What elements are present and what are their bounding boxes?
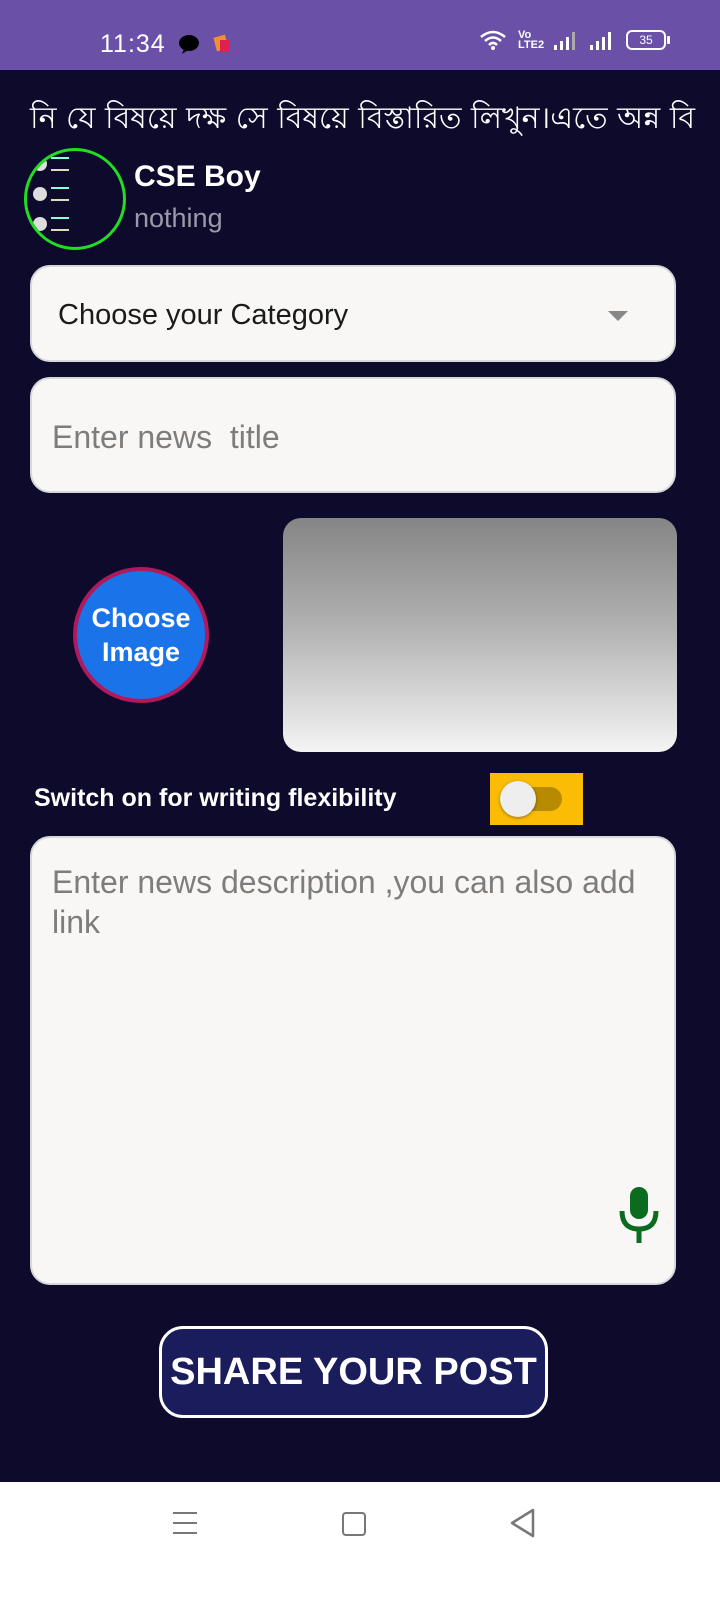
news-title-field[interactable] [30, 377, 676, 493]
marquee-banner: নি যে বিষয়ে দক্ষ সে বিষয়ে বিস্তারিত লি… [0, 88, 720, 138]
user-name: CSE Boy [134, 160, 261, 193]
wifi-icon [480, 30, 506, 50]
system-navigation-bar [0, 1482, 720, 1600]
signal-icon [554, 32, 575, 50]
dropdown-arrow-icon [608, 311, 628, 321]
battery-icon: 35 [626, 30, 670, 50]
news-title-input[interactable] [50, 411, 654, 463]
choose-image-label-line2: Image [101, 637, 181, 667]
toggle-thumb[interactable] [500, 781, 536, 817]
volte-icon: Vo LTE2 [518, 29, 545, 51]
news-description-input[interactable] [50, 860, 654, 1204]
image-preview [283, 518, 677, 752]
flexibility-toggle[interactable] [490, 773, 583, 825]
chat-bubble-icon [179, 35, 199, 54]
flexibility-switch-label: Switch on for writing flexibility [34, 784, 397, 812]
marquee-text: নি যে বিষয়ে দক্ষ সে বিষয়ে বিস্তারিত লি… [30, 101, 696, 136]
status-time: 11:34 [100, 30, 166, 58]
recent-apps-icon[interactable] [173, 1512, 197, 1534]
app-notification-icon [213, 34, 230, 52]
choose-image-label-line1: Choose [91, 603, 191, 633]
avatar[interactable] [24, 148, 126, 250]
back-icon[interactable] [509, 1508, 535, 1538]
share-post-button[interactable]: SHARE YOUR POST [159, 1326, 548, 1418]
category-dropdown[interactable]: Choose your Category [30, 265, 676, 362]
news-description-field[interactable] [30, 836, 676, 1285]
user-subtitle: nothing [134, 203, 223, 233]
home-icon[interactable] [342, 1512, 366, 1536]
category-label: Choose your Category [58, 299, 349, 331]
microphone-icon[interactable] [618, 1185, 660, 1245]
status-bar: 11:34 Vo LTE2 35 [0, 0, 720, 70]
choose-image-button[interactable]: Choose Image [73, 567, 209, 703]
signal-icon [590, 32, 611, 50]
